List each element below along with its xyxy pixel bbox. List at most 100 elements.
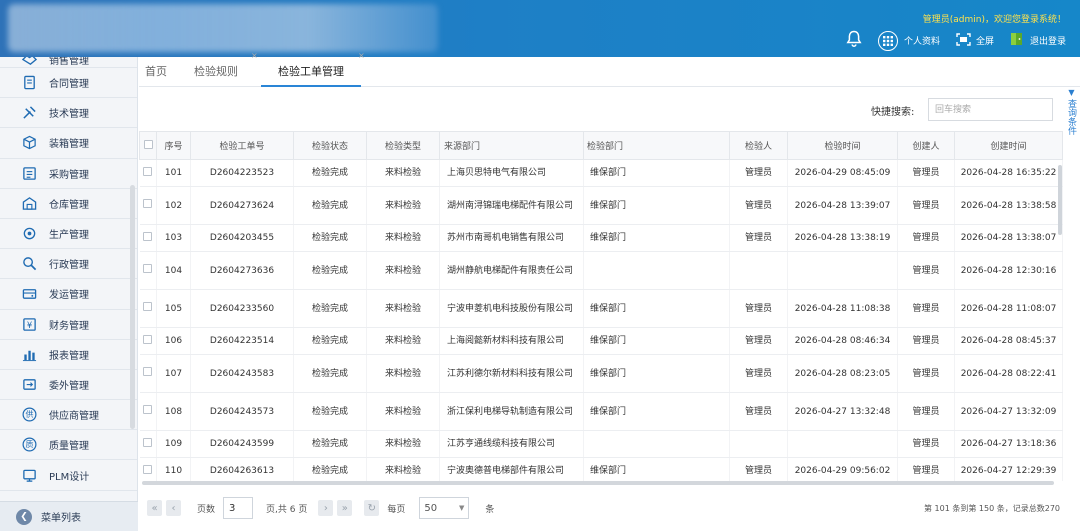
query-conditions-toggle[interactable]: ▼ 查询条件 bbox=[1063, 88, 1080, 148]
bell-icon bbox=[846, 30, 862, 51]
sidebar-item[interactable]: 行政管理 bbox=[0, 249, 137, 280]
pagination-bar: « ‹ 页数 页,共 6 页 › » ↻ 每页 50 ▼ 条 第 101 条到第… bbox=[139, 489, 1080, 527]
column-header[interactable]: 检验工单号 bbox=[190, 131, 294, 160]
table-cell: 维保部门 bbox=[583, 159, 730, 187]
row-checkbox[interactable] bbox=[139, 327, 157, 355]
prev-page-button[interactable]: ‹ bbox=[166, 500, 181, 516]
refresh-button[interactable]: ↻ bbox=[364, 500, 380, 516]
row-checkbox[interactable] bbox=[139, 430, 157, 458]
table-row[interactable]: 108 D2604243573 检验完成 来料检验 浙江保利电梯导轨制造有限公司 维保部门… bbox=[139, 392, 1063, 431]
fullscreen-button[interactable]: 全屏 bbox=[956, 32, 994, 49]
sidebar-item-label: 仓库管理 bbox=[49, 199, 89, 211]
sidebar-item-label: 销售管理 bbox=[49, 57, 89, 67]
sidebar-item[interactable]: 质 质量管理 bbox=[0, 430, 137, 461]
column-header[interactable]: 创建时间 bbox=[954, 131, 1063, 160]
table-row[interactable]: 106 D2604223514 检验完成 来料检验 上海阅懿新材料科技有限公司 维保部门管… bbox=[139, 327, 1063, 355]
sidebar-item[interactable]: 装箱管理 bbox=[0, 128, 137, 159]
column-header[interactable]: 检验人 bbox=[729, 131, 788, 160]
table-cell: 维保部门 bbox=[583, 289, 730, 328]
row-checkbox[interactable] bbox=[139, 159, 157, 187]
row-checkbox[interactable] bbox=[139, 186, 157, 225]
profile-button[interactable]: 个人资料 bbox=[877, 30, 940, 51]
table-cell: 湖州南浔锦瑞电梯配件有限公司 bbox=[439, 186, 584, 225]
table-cell: 管理员 bbox=[897, 354, 955, 393]
total-pages-text: 页,共 6 页 bbox=[266, 504, 308, 515]
tab-inspection-orders[interactable]: 检验工单管理 bbox=[261, 57, 361, 87]
sidebar-scrollbar[interactable] bbox=[130, 185, 135, 429]
admin-icon bbox=[22, 256, 37, 271]
sidebar-item[interactable]: 发运管理 bbox=[0, 279, 137, 310]
menu-list-toggle[interactable]: ❮ 菜单列表 bbox=[0, 501, 138, 531]
page-size-select[interactable]: 50 ▼ bbox=[419, 497, 470, 519]
row-checkbox[interactable] bbox=[139, 251, 157, 290]
next-page-button[interactable]: › bbox=[318, 500, 334, 516]
tab-close-icon[interactable]: × bbox=[358, 51, 365, 60]
sidebar-item[interactable]: 仓库管理 bbox=[0, 189, 137, 219]
column-header[interactable]: 序号 bbox=[156, 131, 191, 160]
notification-button[interactable] bbox=[846, 30, 862, 51]
column-header[interactable]: 检验状态 bbox=[293, 131, 367, 160]
contract-icon bbox=[22, 75, 37, 90]
table-cell: 管理员 bbox=[897, 251, 955, 290]
tab-close-icon[interactable]: × bbox=[251, 51, 258, 60]
horizontal-scrollbar[interactable] bbox=[142, 481, 1054, 485]
table-row[interactable]: 110 D2604263613 检验完成 来料检验 宁波奥德普电梯部件有限公司 维保部门管… bbox=[139, 457, 1063, 481]
column-header[interactable]: 检验部门 bbox=[583, 131, 730, 160]
supplier-icon: 供 bbox=[22, 407, 37, 422]
table-cell: 管理员 bbox=[729, 327, 788, 355]
table-cell: 管理员 bbox=[897, 186, 955, 225]
sidebar-item[interactable]: 合同管理 bbox=[0, 68, 137, 99]
sidebar-item[interactable]: 报表管理 bbox=[0, 340, 137, 370]
sidebar-item[interactable]: 生产管理 bbox=[0, 219, 137, 250]
sidebar-item-label: PLM设计 bbox=[49, 471, 90, 483]
table-cell: 来料检验 bbox=[366, 327, 440, 355]
table-cell: 检验完成 bbox=[293, 159, 367, 187]
row-checkbox[interactable] bbox=[139, 392, 157, 431]
table-cell: 宁波奥德普电梯部件有限公司 bbox=[439, 457, 584, 481]
table-cell: D2604223514 bbox=[190, 327, 294, 355]
table-row[interactable]: 102 D2604273624 检验完成 来料检验 湖州南浔锦瑞电梯配件有限公司 维保部门… bbox=[139, 186, 1063, 225]
table-cell: D2604273624 bbox=[190, 186, 294, 225]
column-header[interactable]: 检验类型 bbox=[366, 131, 440, 160]
sidebar-item[interactable]: 销售管理 bbox=[0, 57, 137, 68]
column-header[interactable]: 来源部门 bbox=[439, 131, 584, 160]
row-checkbox[interactable] bbox=[139, 354, 157, 393]
sidebar-item-label: 发运管理 bbox=[49, 290, 89, 302]
row-checkbox[interactable] bbox=[139, 289, 157, 328]
table-cell: 检验完成 bbox=[293, 224, 367, 252]
sidebar-item-label: 采购管理 bbox=[49, 169, 89, 181]
column-header[interactable]: 检验时间 bbox=[787, 131, 898, 160]
quick-search-input[interactable] bbox=[928, 98, 1053, 121]
table-row[interactable]: 107 D2604243583 检验完成 来料检验 江苏利德尔新材料科技有限公司 维保部门… bbox=[139, 354, 1063, 393]
table-cell: 检验完成 bbox=[293, 186, 367, 225]
sidebar-item[interactable]: 委外管理 bbox=[0, 370, 137, 401]
tab-home[interactable]: 首页 bbox=[145, 57, 167, 87]
sidebar-item[interactable]: 供 供应商管理 bbox=[0, 400, 137, 431]
table-row[interactable]: 109 D2604243599 检验完成 来料检验 江苏亨通线缆科技有限公司 管理员 202… bbox=[139, 430, 1063, 458]
table-cell: 来料检验 bbox=[366, 430, 440, 458]
sidebar-item[interactable]: ¥ 财务管理 bbox=[0, 310, 137, 340]
select-all-checkbox[interactable] bbox=[139, 131, 157, 160]
row-checkbox[interactable] bbox=[139, 224, 157, 252]
sidebar-item[interactable]: PLM设计 bbox=[0, 460, 137, 491]
table-row[interactable]: 103 D2604203455 检验完成 来料检验 苏州市南哥机电销售有限公司 维保部门管… bbox=[139, 224, 1063, 252]
table-cell: 来料检验 bbox=[366, 251, 440, 290]
tab-inspection-rules[interactable]: 检验规则 bbox=[194, 57, 238, 87]
page-number-input[interactable] bbox=[223, 497, 254, 519]
table-row[interactable]: 104 D2604273636 检验完成 来料检验 湖州静航电梯配件有限责任公司 管理员 2… bbox=[139, 251, 1063, 290]
table-cell bbox=[729, 430, 788, 458]
logout-button[interactable]: 退出登录 bbox=[1010, 32, 1066, 49]
table-row[interactable]: 101 D2604223523 检验完成 来料检验 上海贝思特电气有限公司 维保部门 管理员… bbox=[139, 159, 1063, 187]
first-page-button[interactable]: « bbox=[147, 500, 162, 516]
table-row[interactable]: 105 D2604233560 检验完成 来料检验 宁波申菱机电科技股份有限公司 维保部门… bbox=[139, 289, 1063, 328]
row-checkbox[interactable] bbox=[139, 457, 157, 481]
last-page-button[interactable]: » bbox=[337, 500, 353, 516]
table-cell: 来料检验 bbox=[366, 159, 440, 187]
vertical-scrollbar[interactable] bbox=[1058, 165, 1062, 235]
table-cell: 2026-04-28 16:35:22 bbox=[954, 159, 1063, 187]
sidebar-item[interactable]: 技术管理 bbox=[0, 98, 137, 129]
sidebar-item-label: 委外管理 bbox=[49, 380, 89, 392]
sidebar-item[interactable]: 采购管理 bbox=[0, 159, 137, 189]
column-header[interactable]: 创建人 bbox=[897, 131, 955, 160]
shipping-icon bbox=[22, 286, 37, 301]
